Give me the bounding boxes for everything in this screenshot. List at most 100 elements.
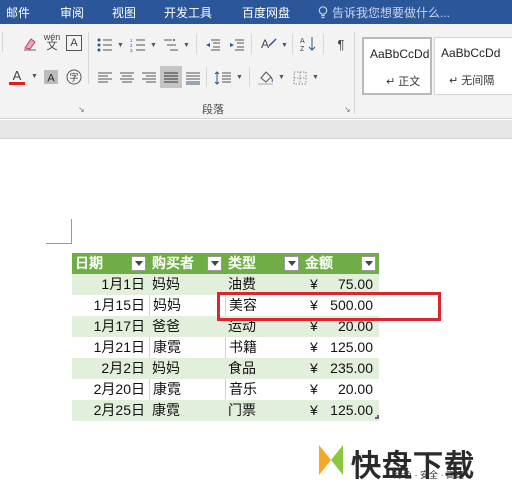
cell-buyer[interactable]: 康霓 [149,337,224,358]
svg-text:A: A [300,38,305,45]
cell-date[interactable]: 1月21日 [72,337,149,358]
cell-date[interactable]: 2月25日 [72,400,149,421]
sort-icon[interactable]: AZ [300,35,318,53]
ribbon-separator [251,34,252,54]
chevron-down-icon[interactable]: ▼ [281,42,288,49]
style-no-spacing[interactable]: AaBbCcDd ↵ 无间隔 [434,37,512,95]
ribbon-body: wén 文 A A ▼ A 字 ↘ ▼ 123 ▼ ▼ A ▼ AZ ¶ ▼ ▼… [0,24,512,119]
amount-value: 20.00 [337,381,373,397]
tab-view[interactable]: 视图 [112,4,136,21]
style-normal[interactable]: AaBbCcDd ↵ 正文 [362,37,432,95]
style-no-spacing-name: ↵ 无间隔 [449,75,495,87]
watermark-logo-icon [319,445,343,475]
cell-type[interactable]: 音乐 [225,379,302,400]
character-shading-icon[interactable]: A [42,68,60,86]
cell-buyer[interactable]: 康霓 [149,379,224,400]
cell-buyer[interactable]: 康霓 [149,400,224,421]
tab-developer[interactable]: 开发工具 [164,4,212,21]
align-right-icon[interactable] [140,69,158,87]
style-normal-sample: AaBbCcDd [370,47,430,61]
ribbon-separator [354,32,355,114]
highlight-annotation-box [217,292,441,321]
ribbon-separator [249,67,250,87]
chevron-down-icon[interactable]: ▼ [278,74,285,81]
line-spacing-icon[interactable] [214,69,232,87]
cell-amount[interactable]: ¥20.00 [302,379,379,400]
clear-formatting-icon[interactable] [21,35,39,53]
align-center-icon[interactable] [118,69,136,87]
cell-type[interactable]: 门票 [225,400,302,421]
svg-text:字: 字 [69,72,78,84]
cell-type[interactable]: 书籍 [225,337,302,358]
cell-date[interactable]: 1月17日 [72,316,149,337]
filter-dropdown-icon[interactable] [284,256,299,271]
margin-crop-mark [46,243,72,244]
tab-review[interactable]: 审阅 [60,4,84,21]
cell-buyer[interactable]: 爸爸 [149,316,224,337]
distributed-icon[interactable] [184,69,202,87]
chevron-down-icon[interactable]: ▼ [150,42,157,49]
cell-type[interactable]: 食品 [225,358,302,379]
currency-symbol: ¥ [310,360,318,376]
tell-me-text: 告诉我您想要做什么... [332,6,451,20]
svg-text:Z: Z [300,46,305,52]
cell-date[interactable]: 2月20日 [72,379,149,400]
multilevel-list-icon[interactable] [162,36,180,54]
svg-text:3: 3 [130,48,133,52]
ribbon-separator [196,34,197,54]
cell-buyer[interactable]: 妈妈 [149,274,224,295]
cell-date[interactable]: 1月15日 [72,295,149,316]
cell-amount[interactable]: ¥125.00 [302,337,379,358]
enclose-characters-icon[interactable]: 字 [65,68,83,86]
table-row[interactable]: 2月2日 妈妈 食品 ¥235.00 [72,358,379,379]
chevron-down-icon[interactable]: ▼ [117,42,124,49]
show-hide-marks-icon[interactable]: ¶ [332,35,350,53]
chevron-down-icon[interactable]: ▼ [312,74,319,81]
amount-value: 125.00 [330,402,373,418]
table-row[interactable]: 1月21日 康霓 书籍 ¥125.00 [72,337,379,358]
filter-dropdown-icon[interactable] [207,256,222,271]
cell-buyer[interactable]: 妈妈 [149,358,224,379]
phonetic-guide-icon[interactable]: wén 文 [43,33,61,52]
currency-symbol: ¥ [310,402,318,418]
align-left-icon[interactable] [96,69,114,87]
ruler-gap [0,120,512,139]
cell-date[interactable]: 1月1日 [72,274,149,295]
tell-me-search[interactable]: 告诉我您想要做什么... [318,4,450,21]
bullets-icon[interactable] [96,36,114,54]
table-row[interactable]: 2月25日 康霓 门票 ¥125.00 [72,400,379,421]
font-color-icon[interactable]: A [8,68,26,86]
justify-icon[interactable] [162,69,180,87]
cell-amount[interactable]: ¥125.00 [302,400,379,421]
shading-icon[interactable] [257,68,275,86]
ribbon-separator [292,34,293,54]
currency-symbol: ¥ [310,381,318,397]
cell-amount[interactable]: ¥235.00 [302,358,379,379]
decrease-indent-icon[interactable] [204,36,222,54]
character-border-icon[interactable]: A [66,35,82,51]
numbering-icon[interactable]: 123 [129,36,147,54]
chevron-down-icon[interactable]: ▼ [183,42,190,49]
tab-baidu-netdisk[interactable]: 百度网盘 [242,4,290,21]
filter-dropdown-icon[interactable] [361,256,376,271]
table-resize-handle[interactable] [375,415,379,419]
cell-buyer[interactable]: 妈妈 [149,295,224,316]
chevron-down-icon[interactable]: ▼ [236,74,243,81]
increase-indent-icon[interactable] [228,36,246,54]
chevron-down-icon[interactable]: ▼ [31,73,38,80]
chinese-layout-icon[interactable]: A [260,35,278,53]
borders-icon[interactable] [291,69,309,87]
style-normal-name: ↵ 正文 [386,76,421,88]
paragraph-dialog-launcher-icon[interactable]: ↘ [344,105,351,114]
ribbon-separator [323,34,324,54]
font-dialog-launcher-icon[interactable]: ↘ [78,105,85,114]
amount-value: 235.00 [330,360,373,376]
lightbulb-icon [318,6,328,19]
cell-date[interactable]: 2月2日 [72,358,149,379]
watermark-subtitle: 绿色 · 安全 · 高速 [394,470,464,480]
ribbon-separator [88,32,89,84]
table-row[interactable]: 2月20日 康霓 音乐 ¥20.00 [72,379,379,400]
filter-dropdown-icon[interactable] [131,256,146,271]
ribbon-tab-bar: 邮件 审阅 视图 开发工具 百度网盘 告诉我您想要做什么... [0,0,512,24]
tab-mailings[interactable]: 邮件 [6,4,30,21]
